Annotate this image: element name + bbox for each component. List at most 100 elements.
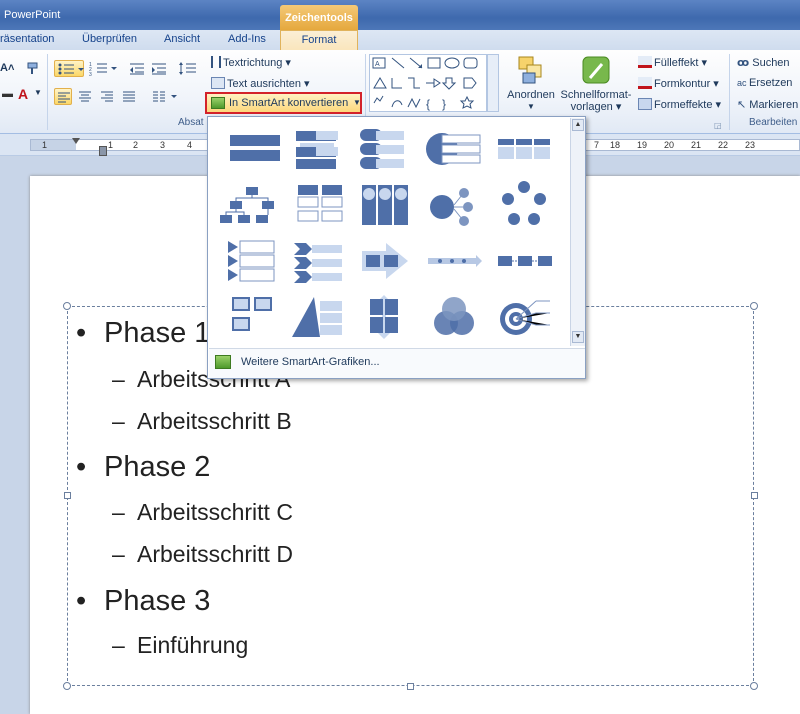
text-direction-button[interactable]: Textrichtung ▾ xyxy=(211,56,291,69)
smartart-layout-chevron-list[interactable] xyxy=(218,237,280,285)
smartart-layout-picture-list[interactable] xyxy=(218,293,280,341)
bullet-level-2[interactable]: Arbeitsschritt C xyxy=(137,499,293,526)
align-text-label: Text ausrichten xyxy=(227,78,301,90)
smartart-layout-process-arrows[interactable] xyxy=(352,237,414,285)
smartart-layout-timeline[interactable] xyxy=(422,237,484,285)
smartart-layout-circle-list[interactable] xyxy=(422,125,484,173)
resize-handle[interactable] xyxy=(750,302,758,310)
format-painter-icon[interactable] xyxy=(24,60,42,77)
smartart-layout-vertical-box-list[interactable] xyxy=(352,125,414,173)
shape-effects-button[interactable]: Formeffekte ▾ xyxy=(638,98,721,111)
font-color-icon[interactable]: ▬ xyxy=(2,88,13,100)
replace-button[interactable]: ac Ersetzen xyxy=(737,77,792,89)
bullet-dot: • xyxy=(76,585,87,617)
bullet-level-1[interactable]: Phase 3 xyxy=(104,585,210,618)
line-spacing-icon[interactable] xyxy=(178,60,204,77)
tab-add-ins[interactable]: Add-Ins xyxy=(228,33,266,45)
shape-fill-button[interactable]: Fülleffekt ▾ xyxy=(638,56,707,69)
chevron-down-icon[interactable]: ▼ xyxy=(34,88,42,97)
shape-outline-button[interactable]: Formkontur ▾ xyxy=(638,77,719,90)
align-left-button[interactable] xyxy=(54,88,72,105)
shape-fill-label: Fülleffekt xyxy=(654,57,699,69)
bullet-level-2[interactable]: Einführung xyxy=(137,632,248,659)
convert-to-smartart-label: In SmartArt konvertieren xyxy=(229,97,349,109)
smartart-layout-hierarchy[interactable] xyxy=(218,181,280,229)
decrease-indent-icon[interactable] xyxy=(128,60,146,77)
indent-marker-hanging[interactable] xyxy=(99,146,107,156)
tab-slideshow[interactable]: räsentation xyxy=(0,33,54,45)
smartart-layout-matrix[interactable] xyxy=(352,293,414,341)
shapes-gallery[interactable]: A { } xyxy=(369,54,487,112)
find-button[interactable]: ꝏ Suchen xyxy=(737,56,790,69)
resize-handle[interactable] xyxy=(751,492,758,499)
bullet-level-1[interactable]: Phase 2 xyxy=(104,451,210,484)
select-button[interactable]: ↖ Markieren xyxy=(737,98,798,111)
text-color-icon[interactable]: A xyxy=(18,86,28,102)
shapes-scrollbar[interactable] xyxy=(487,54,499,112)
smartart-layout-vertical-chevron[interactable] xyxy=(286,237,348,285)
ribbon-tab-row: räsentation Überprüfen Ansicht Add-Ins F… xyxy=(0,30,800,51)
more-smartart-graphics-label: Weitere SmartArt-Grafiken... xyxy=(241,356,380,368)
cursor-icon: ↖ xyxy=(737,99,750,111)
smartart-layout-pyramid[interactable] xyxy=(286,293,348,341)
text-direction-label: Textrichtung xyxy=(223,57,283,69)
paint-bucket-icon xyxy=(638,56,652,68)
resize-handle[interactable] xyxy=(63,302,71,310)
tab-review[interactable]: Überprüfen xyxy=(82,33,137,45)
resize-handle[interactable] xyxy=(407,683,414,690)
columns-icon[interactable] xyxy=(150,88,180,105)
ruler-number: 4 xyxy=(187,140,193,150)
smartart-gallery-dropdown: ▲ ▼ Weitere SmartArt-Grafiken... xyxy=(207,116,586,379)
tab-view[interactable]: Ansicht xyxy=(164,33,200,45)
arrange-button[interactable]: Anordnen ▼ xyxy=(505,54,557,113)
dialog-launcher-icon[interactable]: ◲ xyxy=(714,121,722,130)
scroll-up-icon[interactable]: ▲ xyxy=(572,119,584,131)
bullet-level-2[interactable]: Arbeitsschritt B xyxy=(137,408,292,435)
convert-to-smartart-button[interactable]: In SmartArt konvertieren ▼ xyxy=(205,92,362,114)
shapes-gallery-icons: A { } xyxy=(372,57,478,111)
svg-text:{: { xyxy=(426,97,430,111)
align-text-button[interactable]: Text ausrichten ▾ xyxy=(211,77,310,90)
quick-styles-button[interactable]: Schnellformat- vorlagen ▾ xyxy=(560,54,632,113)
align-right-icon[interactable] xyxy=(98,88,116,105)
increase-indent-icon[interactable] xyxy=(150,60,168,77)
ruler-number: 21 xyxy=(691,140,702,150)
align-center-icon[interactable] xyxy=(76,88,94,105)
numbered-list-button[interactable]: 123 xyxy=(88,60,118,78)
justify-icon[interactable] xyxy=(120,88,138,105)
smartart-layout-cycle[interactable] xyxy=(492,181,554,229)
bullet-dash: – xyxy=(112,632,125,658)
smartart-layout-basic-block-list[interactable] xyxy=(218,125,280,173)
indent-marker-first-line[interactable] xyxy=(72,138,80,144)
bullet-dot: • xyxy=(76,451,87,483)
font-size-icon[interactable]: A˄ xyxy=(0,62,14,74)
bullet-list-button[interactable] xyxy=(54,60,84,77)
more-smartart-graphics-link[interactable]: Weitere SmartArt-Grafiken... xyxy=(209,348,585,378)
smartart-layout-target[interactable] xyxy=(492,293,554,341)
resize-handle[interactable] xyxy=(63,682,71,690)
tab-format[interactable]: Format xyxy=(280,30,358,51)
bullet-level-1[interactable]: Phase 1 xyxy=(104,317,210,350)
shape-outline-label: Formkontur xyxy=(654,78,711,90)
scroll-down-icon[interactable]: ▼ xyxy=(572,331,584,343)
bullet-dash: – xyxy=(112,408,125,434)
smartart-layout-venn[interactable] xyxy=(422,293,484,341)
bullet-dash: – xyxy=(112,541,125,567)
resize-handle[interactable] xyxy=(64,492,71,499)
smartart-layout-radial-list[interactable] xyxy=(422,181,484,229)
smartart-layout-vertical-bullet-list[interactable] xyxy=(286,125,348,173)
resize-handle[interactable] xyxy=(750,682,758,690)
ruler-number: 18 xyxy=(610,140,621,150)
smartart-layout-basic-process[interactable] xyxy=(492,237,554,285)
smartart-layout-table-list[interactable] xyxy=(492,125,554,173)
gallery-scrollbar[interactable]: ▲ ▼ xyxy=(570,118,585,346)
ruler-number: 1 xyxy=(108,140,114,150)
ruler-number: 2 xyxy=(133,140,139,150)
ruler-number: 20 xyxy=(664,140,675,150)
bullet-level-2[interactable]: Arbeitsschritt D xyxy=(137,541,293,568)
smartart-layout-grid xyxy=(212,121,570,347)
bullet-dot: • xyxy=(76,317,87,349)
smartart-layout-lined-list[interactable] xyxy=(286,181,348,229)
text-direction-icon xyxy=(211,56,221,68)
smartart-layout-picture-accent-list[interactable] xyxy=(352,181,414,229)
